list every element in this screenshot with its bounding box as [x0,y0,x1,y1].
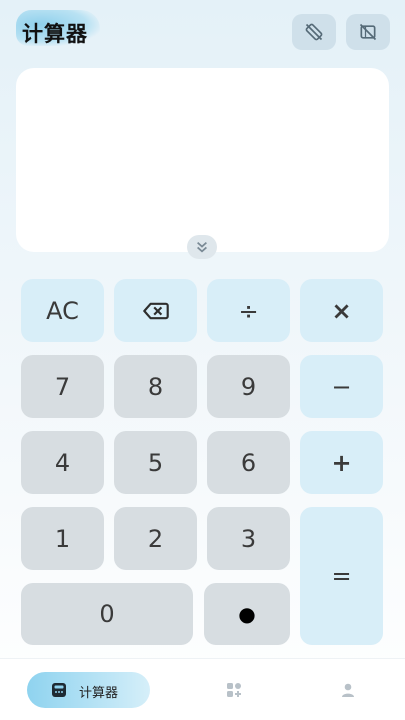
digit-5-label: 5 [147,448,164,477]
screen-rotation-icon [305,23,323,41]
digit-6-button[interactable]: 6 [207,431,290,494]
screen-rotation-button[interactable] [292,14,336,50]
backspace-button[interactable] [114,279,197,342]
digit-4-button[interactable]: 4 [21,431,104,494]
divide-button[interactable]: ÷ [207,279,290,342]
digit-6-label: 6 [240,448,257,477]
equals-button[interactable]: = [300,507,383,645]
plus-button[interactable]: + [300,431,383,494]
digit-9-label: 9 [240,372,257,401]
nav-item-profile[interactable] [328,673,368,707]
digit-9-button[interactable]: 9 [207,355,290,418]
digit-7-button[interactable]: 7 [21,355,104,418]
calculator-display [16,68,389,252]
header: 计算器 [0,0,405,64]
minus-button[interactable]: − [300,355,383,418]
nav-item-tools[interactable] [214,673,254,707]
digit-0-label: 0 [99,600,115,628]
digit-5-button[interactable]: 5 [114,431,197,494]
digit-0-button[interactable]: 0 [21,583,193,645]
digit-3-label: 3 [240,524,257,553]
clear-button[interactable]: AC [21,279,104,342]
multiply-button[interactable]: × [300,279,383,342]
nav-calculator-label: 计算器 [79,686,119,701]
nav-item-calculator[interactable]: 计算器 [27,672,150,708]
double-chevron-down-icon [197,241,207,253]
digit-8-label: 8 [147,372,164,401]
multiply-label: × [331,296,352,325]
backspace-icon [142,302,169,319]
screen-lock-rotation-icon [359,23,377,41]
decimal-point-label: ● [238,602,256,626]
screen-lock-button[interactable] [346,14,390,50]
digit-1-button[interactable]: 1 [21,507,104,570]
digit-7-label: 7 [54,372,71,401]
digit-3-button[interactable]: 3 [207,507,290,570]
calculator-icon [52,683,66,697]
plus-label: + [331,448,352,477]
person-icon [342,683,354,697]
minus-label: − [331,372,352,401]
app-title-area: 计算器 [16,8,106,52]
decimal-point-button[interactable]: ● [204,583,290,645]
page-title: 计算器 [22,22,88,46]
digit-1-label: 1 [54,524,71,553]
collapse-button[interactable] [187,235,217,259]
digit-2-label: 2 [147,524,164,553]
bottom-navigation: 计算器 [0,658,405,720]
equals-label: = [331,562,352,590]
apps-add-icon [227,683,241,697]
digit-2-button[interactable]: 2 [114,507,197,570]
clear-label: AC [46,296,79,325]
digit-4-label: 4 [54,448,71,477]
divide-label: ÷ [238,296,259,325]
digit-8-button[interactable]: 8 [114,355,197,418]
